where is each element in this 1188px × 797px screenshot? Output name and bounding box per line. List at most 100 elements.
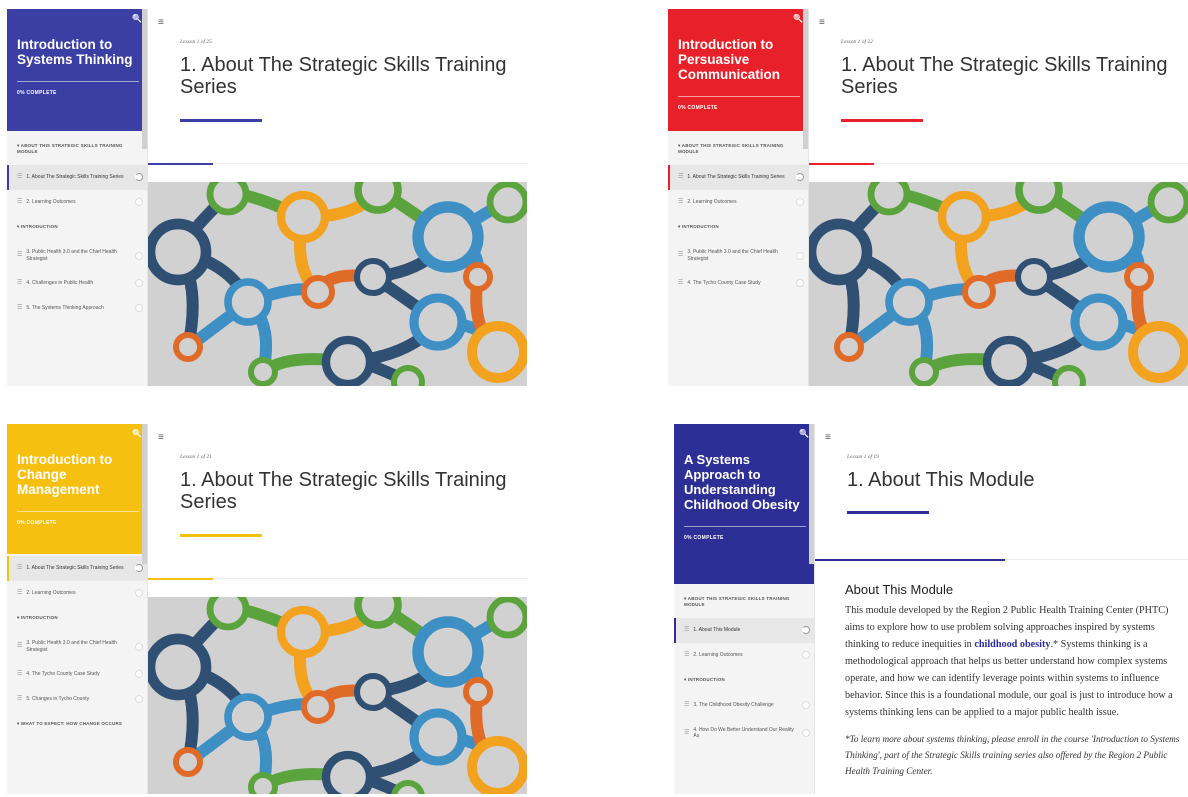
sidebar-scrollbar[interactable] bbox=[809, 424, 814, 564]
lesson-item[interactable]: ☰ 4. The Tycho County Case Study bbox=[7, 662, 147, 687]
sidebar-scrollbar[interactable] bbox=[803, 9, 808, 149]
hero-network-image bbox=[809, 182, 1188, 386]
lesson-label: 4. How Do We Better Understand Our Reali… bbox=[693, 726, 794, 740]
search-icon[interactable]: 🔍 bbox=[132, 14, 142, 23]
lesson-lines-icon: ☰ bbox=[17, 565, 23, 571]
section-toggle[interactable]: ▾ INTRODUCTION bbox=[674, 667, 814, 693]
art-node bbox=[486, 182, 527, 224]
lesson-title: 1. About The Strategic Skills Training S… bbox=[180, 469, 507, 513]
lesson-title: 1. About The Strategic Skills Training S… bbox=[180, 54, 507, 98]
lesson-label: 1. About The Strategic Skills Training S… bbox=[26, 565, 124, 571]
lesson-item[interactable]: ☰ 1. About This Module bbox=[674, 618, 814, 643]
lesson-item[interactable]: ☰ 4. The Tycho County Case Study bbox=[668, 271, 808, 296]
lesson-label: 2. Learning Outcomes bbox=[687, 198, 737, 205]
course-panel: 🔍 Introduction to Systems Thinking 0% COMP… bbox=[7, 9, 527, 386]
lesson-label: 3. Public Health 3.0 and the Chief Healt… bbox=[26, 640, 117, 653]
status-circle-icon bbox=[135, 642, 143, 651]
art-node bbox=[391, 780, 425, 794]
art-node bbox=[353, 672, 393, 712]
lesson-counter: Lesson 1 of 21 bbox=[180, 454, 212, 460]
art-node bbox=[1128, 321, 1188, 383]
section-label: INTRODUCTION bbox=[681, 224, 719, 229]
lesson-item[interactable]: ☰ 1. About The Strategic Skills Training … bbox=[7, 556, 147, 581]
course-header: 🔍 Introduction to Change Management 0% COM… bbox=[7, 424, 147, 554]
art-node bbox=[248, 772, 278, 794]
art-node bbox=[467, 321, 527, 383]
content-paragraph: This module developed by the Region 2 Pu… bbox=[845, 602, 1185, 721]
sidebar-scrollbar[interactable] bbox=[142, 9, 147, 149]
lesson-item[interactable]: ☰ 3. Public Health 3.0 and the Chief Heal… bbox=[7, 240, 147, 271]
lesson-item[interactable]: ☰ 2. Learning Outcomes bbox=[7, 190, 147, 215]
lesson-item[interactable]: ☰ 4. How Do We Better Understand Our Real… bbox=[674, 718, 814, 749]
childhood-obesity-link[interactable]: childhood obesity bbox=[974, 639, 1050, 650]
sidebar-scrollbar[interactable] bbox=[142, 424, 147, 564]
lesson-item[interactable]: ☰ 4. Challenges in Public Health bbox=[7, 271, 147, 296]
title-accent-bar bbox=[180, 534, 262, 537]
search-icon[interactable]: 🔍 bbox=[793, 14, 803, 23]
art-node bbox=[301, 690, 335, 724]
art-node bbox=[148, 633, 212, 701]
art-node bbox=[1070, 293, 1128, 351]
section-label: INTRODUCTION bbox=[20, 224, 58, 229]
section-toggle[interactable]: ▾ ABOUT THIS STRATEGIC SKILLS TRAINING M… bbox=[668, 133, 808, 165]
art-node bbox=[809, 218, 873, 286]
header-divider bbox=[678, 96, 800, 97]
section-toggle[interactable]: ▾ INTRODUCTION bbox=[7, 214, 147, 240]
course-panel: 🔍 Introduction to Change Management 0% COM… bbox=[7, 424, 527, 794]
art-node bbox=[412, 616, 484, 688]
lesson-content: About This Module This module developed b… bbox=[845, 582, 1185, 779]
status-circle-icon bbox=[135, 197, 143, 206]
hamburger-menu-icon[interactable]: ≡ bbox=[819, 17, 825, 28]
status-circle-icon bbox=[135, 303, 143, 312]
course-header: 🔍 Introduction to Persuasive Communicatio… bbox=[668, 9, 808, 131]
lesson-lines-icon: ☰ bbox=[684, 627, 690, 633]
hamburger-menu-icon[interactable]: ≡ bbox=[158, 432, 164, 443]
lesson-item[interactable]: ☰ 2. Learning Outcomes bbox=[7, 581, 147, 606]
course-panel: 🔍 Introduction to Persuasive Communicatio… bbox=[668, 9, 1188, 386]
art-node bbox=[486, 597, 527, 639]
lesson-item[interactable]: ☰ 3. Public Health 3.0 and the Chief Heal… bbox=[7, 631, 147, 662]
lesson-label: 5. Changes in Tycho County bbox=[26, 695, 90, 702]
hamburger-menu-icon[interactable]: ≡ bbox=[158, 17, 164, 28]
lesson-lines-icon: ☰ bbox=[17, 304, 23, 311]
course-title: Introduction to Persuasive Communication bbox=[678, 37, 781, 82]
lesson-lines-icon: ☰ bbox=[678, 252, 684, 259]
art-node bbox=[412, 201, 484, 273]
lesson-item[interactable]: ☰ 1. About The Strategic Skills Training … bbox=[668, 165, 808, 190]
lesson-lines-icon: ☰ bbox=[684, 702, 690, 708]
section-toggle[interactable]: ▾ INTRODUCTION bbox=[7, 605, 147, 631]
art-node bbox=[321, 335, 375, 386]
section-label: INTRODUCTION bbox=[687, 677, 725, 682]
lesson-item[interactable]: ☰ 5. Changes in Tycho County bbox=[7, 687, 147, 712]
status-circle-icon bbox=[802, 701, 810, 710]
lesson-item[interactable]: ☰ 5. The Systems Thinking Approach bbox=[7, 296, 147, 321]
section-toggle[interactable]: ▾ WHAT TO EXPECT: HOW CHANGE OCCURS bbox=[7, 711, 147, 737]
lesson-label: 1. About This Module bbox=[693, 627, 741, 633]
section-toggle[interactable]: ▾ INTRODUCTION bbox=[668, 214, 808, 240]
search-icon[interactable]: 🔍 bbox=[799, 429, 809, 438]
lesson-label: 4. The Tycho County Case Study bbox=[687, 280, 761, 286]
art-node bbox=[206, 597, 250, 631]
course-panel: 🔍 A Systems Approach to Understanding Chi… bbox=[674, 424, 1188, 794]
art-node bbox=[1124, 262, 1154, 292]
header-divider bbox=[17, 511, 139, 512]
progress-label: 0% COMPLETE bbox=[678, 105, 718, 111]
course-sidebar: 🔍 Introduction to Systems Thinking 0% COMP… bbox=[7, 9, 148, 386]
lesson-item[interactable]: ☰ 2. Learning Outcomes bbox=[668, 190, 808, 215]
section-label: ABOUT THIS STRATEGIC SKILLS TRAINING MOD… bbox=[684, 596, 790, 607]
lesson-item[interactable]: ☰ 2. Learning Outcomes bbox=[674, 643, 814, 668]
lesson-progress-fill bbox=[815, 559, 1005, 561]
course-title: Introduction to Systems Thinking bbox=[17, 37, 133, 67]
section-toggle[interactable]: ▾ ABOUT THIS STRATEGIC SKILLS TRAINING M… bbox=[7, 133, 147, 165]
art-node bbox=[834, 332, 864, 362]
hamburger-menu-icon[interactable]: ≡ bbox=[825, 432, 831, 443]
lesson-item[interactable]: ☰ 3. The Childhood Obesity Challenge bbox=[674, 693, 814, 718]
search-icon[interactable]: 🔍 bbox=[132, 429, 142, 438]
lesson-item[interactable]: ☰ 3. Public Health 3.0 and the Chief Heal… bbox=[668, 240, 808, 271]
progress-label: 0% COMPLETE bbox=[17, 520, 57, 526]
art-node bbox=[301, 275, 335, 309]
status-circle-icon bbox=[796, 173, 804, 182]
section-toggle[interactable]: ▾ ABOUT THIS STRATEGIC SKILLS TRAINING M… bbox=[674, 586, 814, 618]
lesson-item[interactable]: ☰ 1. About The Strategic Skills Training … bbox=[7, 165, 147, 190]
hero-network-image bbox=[148, 182, 527, 386]
